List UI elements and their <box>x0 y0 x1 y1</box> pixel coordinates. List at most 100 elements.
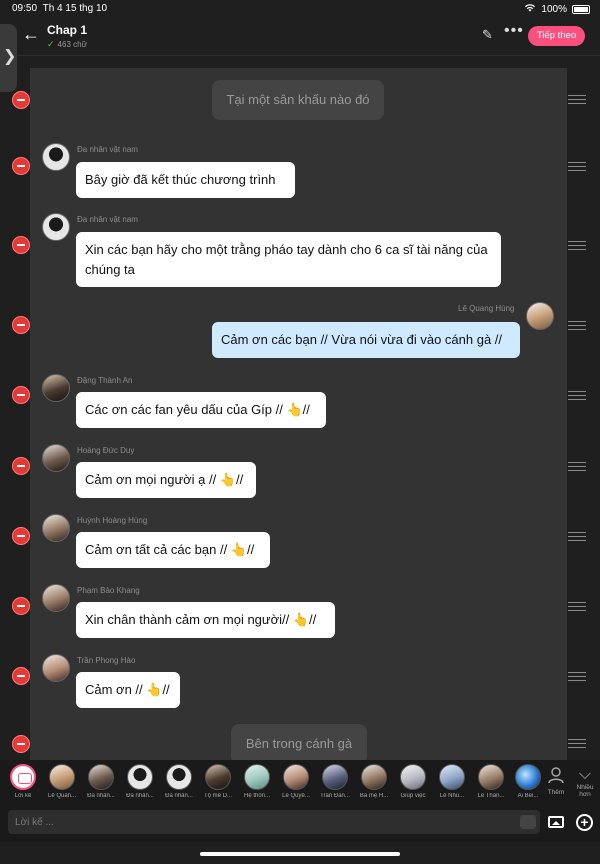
narration-bubble[interactable]: Tại một sân khấu nào đó <box>212 80 384 120</box>
pencil-icon[interactable]: ✎ <box>482 27 493 43</box>
delete-row-6-icon[interactable] <box>12 527 30 545</box>
character-name: Phạm Bảo Khang <box>77 586 140 595</box>
expand-characters-button[interactable]: ⌵ Nhiều hơn <box>572 766 598 798</box>
delete-row-5-icon[interactable] <box>12 457 30 475</box>
add-user-icon <box>545 766 567 789</box>
back-arrow-icon[interactable]: ← <box>22 24 40 45</box>
character-option[interactable]: Đa nhân... <box>83 764 119 799</box>
drag-handle-icon[interactable] <box>568 739 586 749</box>
add-character-button[interactable]: Thêm <box>545 766 567 796</box>
status-time: 09:50 Th 4 15 thg 10 <box>12 3 108 14</box>
message-bubble[interactable]: Xin chân thành cảm ơn mọi người// 👆// <box>76 602 335 638</box>
character-option[interactable]: Lê Nhu... <box>434 764 470 799</box>
avatar <box>127 764 153 790</box>
avatar <box>42 654 70 682</box>
avatar <box>400 764 426 790</box>
top-bar: ← Chap 1 ✓ 463 chữ ✎ ••• Tiếp theo <box>0 18 600 56</box>
add-icon[interactable]: + <box>576 814 593 831</box>
delete-row-7-icon[interactable] <box>12 597 30 615</box>
avatar <box>42 374 70 402</box>
avatar <box>49 764 75 790</box>
message-bubble[interactable]: Bây giờ đã kết thúc chương trình <box>76 162 295 198</box>
side-drawer-handle[interactable]: ❯ <box>0 24 17 92</box>
continue-button[interactable]: Tiếp theo <box>528 26 585 46</box>
avatar <box>515 764 541 790</box>
chevron-down-icon: ⌵ <box>578 766 592 783</box>
message-bubble[interactable]: Cảm ơn tất cả các bạn // 👆// <box>76 532 270 568</box>
delete-row-2-icon[interactable] <box>12 236 30 254</box>
message-bubble[interactable]: Cảm ơn // 👆// <box>76 672 180 708</box>
composer: + <box>0 806 600 842</box>
drag-handle-icon[interactable] <box>568 321 586 331</box>
character-option[interactable]: Lê Quan... <box>44 764 80 799</box>
chapter-title: Chap 1 <box>47 23 88 37</box>
avatar <box>42 143 70 171</box>
word-count-label: 463 chữ <box>57 40 87 49</box>
drag-handle-icon[interactable] <box>568 391 586 401</box>
drag-handle-icon[interactable] <box>568 532 586 542</box>
avatar <box>244 764 270 790</box>
avatar <box>42 514 70 542</box>
message-bubble[interactable]: Các ơn các fan yêu dấu của Gíp // 👆// <box>76 392 326 428</box>
avatar <box>439 764 465 790</box>
character-name: Lê Quang Hùng <box>458 304 515 313</box>
drag-handle-icon[interactable] <box>568 95 586 105</box>
delete-row-0-icon[interactable] <box>12 91 30 109</box>
check-icon: ✓ <box>47 39 55 49</box>
delete-row-8-icon[interactable] <box>12 667 30 685</box>
avatar <box>478 764 504 790</box>
avatar <box>205 764 231 790</box>
drag-handle-icon[interactable] <box>568 672 586 682</box>
drag-handle-icon[interactable] <box>568 602 586 612</box>
avatar <box>361 764 387 790</box>
character-option[interactable]: Tộ mê D... <box>200 764 236 799</box>
drag-handle-icon[interactable] <box>568 241 586 251</box>
character-option[interactable]: Ba mẹ H... <box>356 764 392 799</box>
character-name: Hoàng Đức Duy <box>77 446 135 455</box>
input-attachment-box[interactable] <box>520 815 536 829</box>
message-input[interactable] <box>8 810 540 834</box>
narration-icon <box>10 764 36 790</box>
avatar <box>166 764 192 790</box>
message-bubble[interactable]: Cảm ơn mọi người ạ // 👆// <box>76 462 256 498</box>
status-bar: 09:50 Th 4 15 thg 10 100% <box>0 0 600 18</box>
drag-handle-icon[interactable] <box>568 162 586 172</box>
image-icon[interactable] <box>548 816 564 828</box>
character-name: Huỳnh Hoàng Hùng <box>77 516 148 525</box>
battery-icon <box>572 4 590 14</box>
character-name: Đặng Thành An <box>77 376 133 385</box>
character-option[interactable]: Giúp việc <box>395 764 431 799</box>
avatar <box>42 584 70 612</box>
home-indicator <box>200 852 400 856</box>
character-option[interactable]: Ái Bei... <box>510 764 546 799</box>
battery-percent: 100% <box>541 3 567 15</box>
avatar <box>88 764 114 790</box>
character-option[interactable]: Lê Than... <box>473 764 509 799</box>
message-bubble[interactable]: Cảm ơn các bạn // Vừa nói vừa đi vào cán… <box>212 322 520 358</box>
delete-row-4-icon[interactable] <box>12 386 30 404</box>
delete-row-1-icon[interactable] <box>12 157 30 175</box>
delete-row-9-icon[interactable] <box>12 735 30 753</box>
character-option[interactable]: Trần Đăn... <box>317 764 353 799</box>
character-option[interactable]: Đa nhân... <box>161 764 197 799</box>
narration-bubble[interactable]: Bên trong cánh gà <box>231 724 367 764</box>
character-narrator[interactable]: Lời kể <box>5 764 41 799</box>
word-count: ✓ 463 chữ <box>47 39 87 50</box>
character-name: Đa nhân vật nam <box>77 215 138 224</box>
status-right: 100% <box>524 3 590 15</box>
character-option[interactable]: Đa nhân... <box>122 764 158 799</box>
avatar <box>322 764 348 790</box>
character-name: Trần Phong Hào <box>77 656 136 665</box>
chevron-right-icon: ❯ <box>3 48 17 65</box>
wifi-icon <box>524 3 536 15</box>
character-option[interactable]: Hệ thốn... <box>239 764 275 799</box>
delete-row-3-icon[interactable] <box>12 316 30 334</box>
character-option[interactable]: Lê Quyê... <box>278 764 314 799</box>
message-bubble[interactable]: Xin các bạn hãy cho một trằng pháo tay d… <box>76 232 501 287</box>
more-options-icon[interactable]: ••• <box>504 22 524 40</box>
character-name: Đa nhân vật nam <box>77 145 138 154</box>
avatar <box>42 444 70 472</box>
avatar <box>526 302 554 330</box>
character-picker: Lời kể Lê Quan... Đa nhân... Đa nhân... … <box>0 760 600 806</box>
drag-handle-icon[interactable] <box>568 462 586 472</box>
